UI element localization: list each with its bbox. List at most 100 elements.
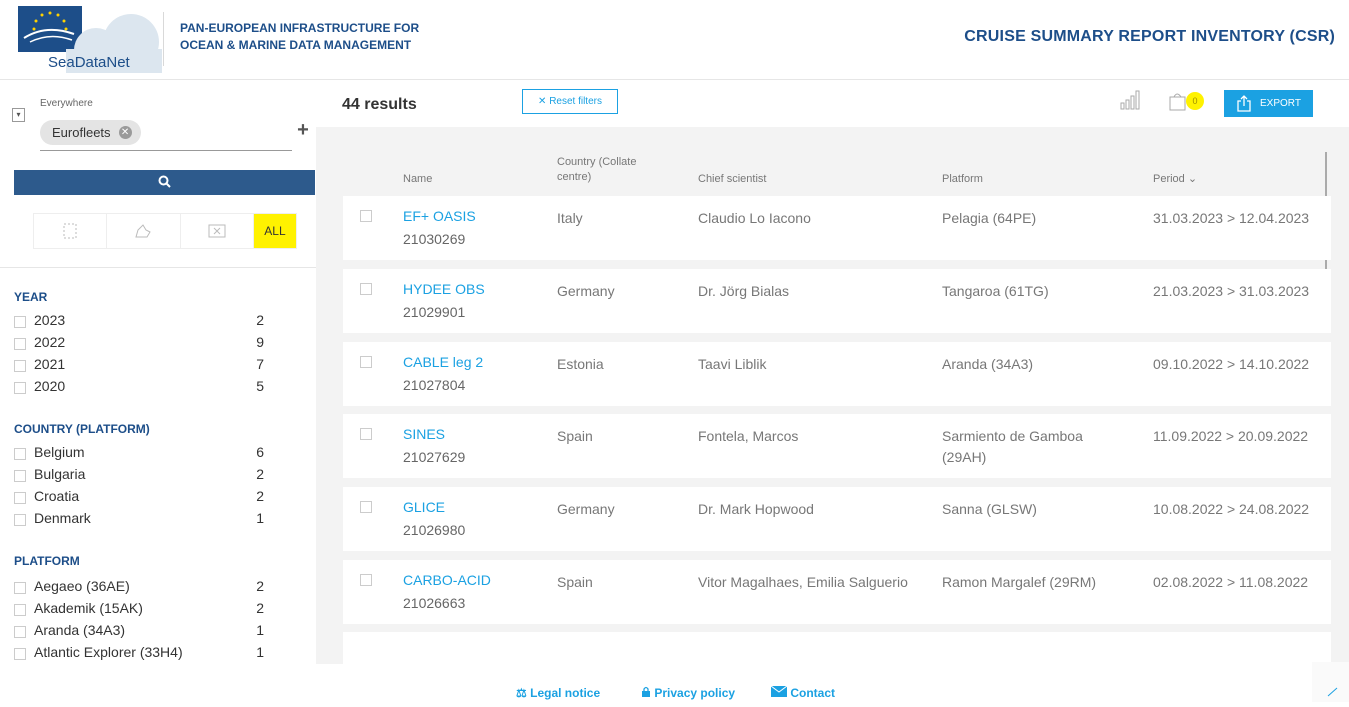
remove-chip-icon[interactable]: ✕: [118, 126, 132, 139]
column-header-platform[interactable]: Platform: [942, 172, 983, 187]
add-term-button[interactable]: +: [295, 120, 311, 140]
column-header-period-label: Period: [1153, 173, 1185, 185]
cruise-name-link[interactable]: CARBO-ACID: [403, 572, 491, 588]
privacy-policy-link[interactable]: Privacy policy: [641, 686, 735, 700]
clear-selection-tool[interactable]: [181, 214, 254, 248]
filter-sidebar: ▾ Everywhere Eurofleets ✕ + ALL YEAR 202…: [0, 80, 316, 664]
cruise-id: 21027629: [403, 449, 466, 465]
table-row[interactable]: EF+ OASIS 21030269 Italy Claudio Lo Iaco…: [343, 196, 1331, 260]
facet-checkbox[interactable]: [14, 648, 26, 660]
search-chip-label: Eurofleets: [52, 125, 111, 140]
seadatanet-logo[interactable]: SeaDataNet: [16, 4, 164, 74]
search-button[interactable]: [14, 170, 315, 195]
cruise-name-link[interactable]: CABLE leg 2: [403, 354, 483, 370]
facet-title-platform: PLATFORM: [14, 554, 80, 568]
resize-icon: [1327, 687, 1338, 697]
facet-checkbox[interactable]: [14, 582, 26, 594]
facet-item[interactable]: Atlantic Explorer (33H4) 1: [14, 644, 264, 664]
column-header-chief-scientist[interactable]: Chief scientist: [698, 172, 766, 187]
facet-checkbox[interactable]: [14, 338, 26, 350]
facet-item[interactable]: Bulgaria 2: [14, 466, 264, 486]
cell-country: Germany: [557, 501, 615, 517]
cell-country: Spain: [557, 574, 593, 590]
chevron-down-icon: ⌄: [1187, 173, 1198, 185]
facet-count: 7: [256, 356, 264, 372]
facet-label: Denmark: [34, 510, 91, 526]
column-header-name[interactable]: Name: [403, 172, 432, 187]
column-header-period[interactable]: Period ⌄: [1153, 172, 1197, 187]
facet-item[interactable]: 2023 2: [14, 312, 264, 332]
cell-country: Italy: [557, 210, 583, 226]
facet-checkbox[interactable]: [14, 514, 26, 526]
facet-item[interactable]: 2022 9: [14, 334, 264, 354]
table-row[interactable]: [343, 632, 1331, 664]
facet-item[interactable]: Denmark 1: [14, 510, 264, 530]
resize-corner[interactable]: [1312, 662, 1349, 702]
cruise-id: 21030269: [403, 231, 466, 247]
lock-icon: [642, 686, 650, 697]
facet-checkbox[interactable]: [14, 604, 26, 616]
facet-checkbox[interactable]: [14, 492, 26, 504]
facet-item[interactable]: Aranda (34A3) 1: [14, 622, 264, 642]
cell-platform: Sarmiento de Gamboa (29AH): [942, 426, 1083, 468]
facet-label: 2022: [34, 334, 66, 350]
table-row[interactable]: CARBO-ACID 21026663 Spain Vitor Magalhae…: [343, 560, 1331, 624]
facet-checkbox[interactable]: [14, 448, 26, 460]
bar-chart-icon: [1120, 90, 1140, 110]
row-checkbox[interactable]: [360, 356, 372, 368]
select-all-tool[interactable]: ALL: [253, 214, 296, 248]
column-header-country[interactable]: Country (Collate centre): [557, 155, 636, 185]
tagline-line-1: PAN-EUROPEAN INFRASTRUCTURE FOR: [180, 21, 420, 35]
clear-selection-icon: [208, 224, 226, 238]
cruise-name-link[interactable]: EF+ OASIS: [403, 208, 476, 224]
cruise-name-link[interactable]: SINES: [403, 426, 445, 442]
row-checkbox[interactable]: [360, 283, 372, 295]
facet-checkbox[interactable]: [14, 470, 26, 482]
cell-period: 31.03.2023 > 12.04.2023: [1153, 210, 1310, 226]
cell-chief-scientist: Vitor Magalhaes, Emilia Salguerio: [698, 574, 908, 590]
row-checkbox[interactable]: [360, 574, 372, 586]
cell-platform: Pelagia (64PE): [942, 210, 1037, 226]
row-checkbox[interactable]: [360, 210, 372, 222]
facet-item[interactable]: Akademik (15AK) 2: [14, 600, 264, 620]
cruise-name-link[interactable]: GLICE: [403, 499, 445, 515]
facet-item[interactable]: Croatia 2: [14, 488, 264, 508]
facet-count: 5: [256, 378, 264, 394]
facet-count: 2: [256, 312, 264, 328]
legal-notice-label: Legal notice: [530, 686, 601, 700]
cruise-name-link[interactable]: HYDEE OBS: [403, 281, 485, 297]
facet-title-country: COUNTRY (PLATFORM): [14, 422, 150, 436]
export-button[interactable]: EXPORT: [1224, 90, 1313, 117]
legal-notice-link[interactable]: ⚖ Legal notice: [516, 686, 600, 700]
statistics-button[interactable]: [1120, 90, 1142, 115]
facet-checkbox[interactable]: [14, 626, 26, 638]
contact-link[interactable]: Contact: [770, 685, 835, 700]
geo-selection-tools: ALL: [33, 213, 297, 249]
rectangle-select-icon: [63, 223, 77, 239]
facet-count: 2: [256, 466, 264, 482]
cell-platform: Ramon Margalef (29RM): [942, 574, 1097, 590]
table-row[interactable]: GLICE 21026980 Germany Dr. Mark Hopwood …: [343, 487, 1331, 551]
search-chip[interactable]: Eurofleets ✕: [40, 120, 141, 145]
facet-item[interactable]: Aegaeo (36AE) 2: [14, 578, 264, 598]
row-checkbox[interactable]: [360, 501, 372, 513]
facet-item[interactable]: Belgium 6: [14, 444, 264, 464]
table-row[interactable]: CABLE leg 2 21027804 Estonia Taavi Libli…: [343, 342, 1331, 406]
facet-item[interactable]: 2020 5: [14, 378, 264, 398]
facet-checkbox[interactable]: [14, 382, 26, 394]
table-row[interactable]: SINES 21027629 Spain Fontela, Marcos Sar…: [343, 414, 1331, 478]
polygon-select-tool[interactable]: [107, 214, 181, 248]
facet-checkbox[interactable]: [14, 316, 26, 328]
facet-checkbox[interactable]: [14, 360, 26, 372]
reset-filters-button[interactable]: ✕ Reset filters: [522, 89, 618, 114]
cell-country: Germany: [557, 283, 615, 299]
row-checkbox[interactable]: [360, 428, 372, 440]
rectangle-select-tool[interactable]: [34, 214, 108, 248]
cell-period: 21.03.2023 > 31.03.2023: [1153, 283, 1310, 299]
scope-dropdown[interactable]: ▾: [12, 108, 25, 122]
results-panel: 44 results ✕ Reset filters 0 EXPORT Name…: [316, 80, 1349, 664]
table-row[interactable]: HYDEE OBS 21029901 Germany Dr. Jörg Bial…: [343, 269, 1331, 333]
results-table: Name Country (Collate centre) Chief scie…: [316, 127, 1349, 664]
cell-period: 02.08.2022 > 11.08.2022: [1153, 574, 1309, 590]
facet-item[interactable]: 2021 7: [14, 356, 264, 376]
